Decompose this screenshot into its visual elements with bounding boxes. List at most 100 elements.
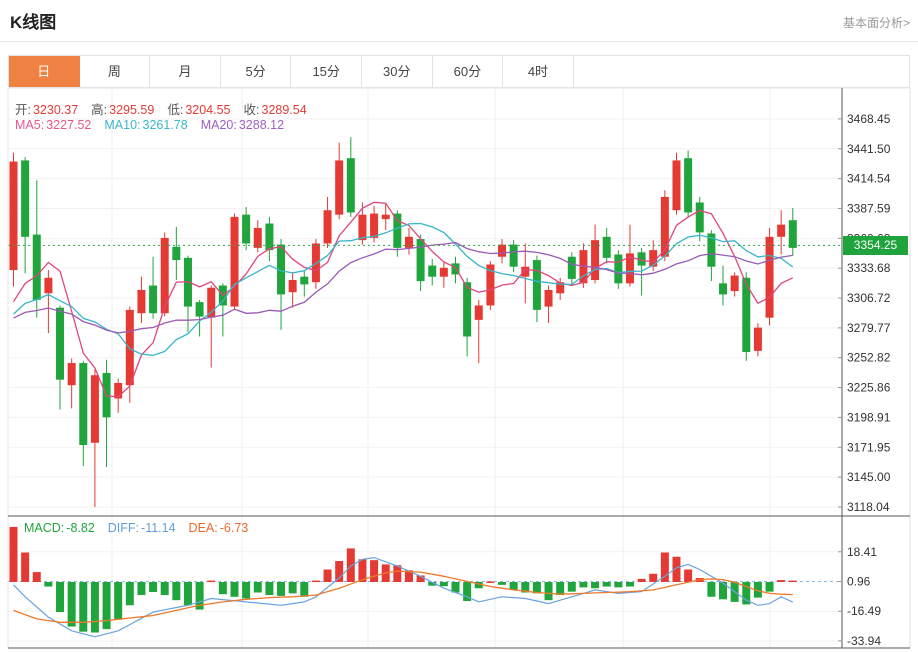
- macd-bar-negative: [510, 582, 518, 590]
- candle-down: [33, 235, 41, 300]
- macd-bar-positive: [684, 570, 692, 582]
- macd-bar-negative: [68, 582, 76, 627]
- price-tick-label: 3333.68: [847, 261, 891, 275]
- price-tick-label: 3118.04: [847, 500, 890, 514]
- candle-down: [684, 158, 692, 212]
- ma-legend: MA5:3227.52 MA10:3261.78 MA20:3288.12: [15, 118, 284, 132]
- candle-down: [21, 160, 29, 236]
- macd-bar-negative: [614, 582, 622, 587]
- price-tick-label: 3306.72: [847, 291, 891, 305]
- candle-down: [347, 158, 355, 212]
- candle-down: [614, 255, 622, 284]
- macd-bar-positive: [789, 581, 797, 583]
- macd-bar-negative: [626, 582, 634, 587]
- macd-bar-negative: [56, 582, 64, 612]
- macd-bar-positive: [335, 561, 343, 582]
- candle-up: [335, 160, 343, 214]
- macd-tick-label: -33.94: [847, 634, 881, 648]
- ohlc-legend-close: 收:3289.54: [244, 99, 307, 118]
- candle-down: [172, 247, 180, 260]
- candle-down: [149, 286, 157, 314]
- macd-bar-negative: [766, 582, 774, 592]
- candle-down: [56, 308, 64, 380]
- price-tick-label: 3198.91: [847, 410, 891, 424]
- macd-bar-negative: [161, 582, 169, 595]
- candle-up: [440, 268, 448, 277]
- macd-bar-negative: [79, 582, 87, 632]
- candle-down: [196, 302, 204, 316]
- candle-down: [603, 237, 611, 258]
- macd-bar-negative: [126, 582, 134, 605]
- candle-down: [719, 283, 727, 294]
- macd-bar-positive: [33, 572, 41, 582]
- macd-bar-positive: [486, 581, 494, 583]
- macd-bar-negative: [103, 582, 111, 629]
- candle-up: [591, 240, 599, 280]
- macd-bar-negative: [603, 582, 611, 587]
- kline-chart-svg: 3468.453441.503414.543387.593360.633333.…: [0, 0, 918, 652]
- candle-down: [393, 214, 401, 248]
- macd-bar-positive: [370, 560, 378, 582]
- candle-up: [91, 375, 99, 443]
- ma-legend-ma10: MA10:3261.78: [104, 118, 187, 132]
- ohlc-legend-open: 开:3230.37: [15, 99, 78, 118]
- macd-bar-positive: [347, 548, 355, 582]
- macd-bar-positive: [207, 581, 215, 583]
- ohlc-legend: 开:3230.37高:3295.59低:3204.55收:3289.54: [15, 99, 307, 118]
- macd-bar-positive: [638, 579, 646, 582]
- macd-bar-negative: [289, 582, 297, 593]
- candle-up: [545, 290, 553, 307]
- macd-bar-negative: [91, 582, 99, 633]
- macd-bar-negative: [579, 582, 587, 587]
- macd-bar-positive: [312, 581, 320, 583]
- candle-up: [754, 328, 762, 351]
- candle-up: [382, 215, 390, 219]
- macd-tick-label: 18.41: [847, 545, 877, 559]
- candle-down: [463, 282, 471, 336]
- candle-up: [68, 363, 76, 385]
- price-tick-label: 3441.50: [847, 142, 891, 156]
- macd-bar-positive: [10, 527, 18, 582]
- macd-bar-negative: [242, 582, 250, 598]
- macd-bar-negative: [265, 582, 273, 595]
- macd-legend-diff: DIFF:-11.14: [108, 521, 176, 535]
- macd-bar-negative: [591, 582, 599, 588]
- candle-down: [265, 224, 273, 251]
- kline-page: K线图 基本面分析> 日周月5分15分30分60分4时 3468.453441.…: [0, 0, 918, 652]
- candle-down: [79, 363, 87, 445]
- candle-up: [521, 267, 529, 277]
- candle-down: [428, 266, 436, 277]
- macd-bar-negative: [277, 582, 285, 596]
- macd-legend-dea: DEA:-6.73: [189, 521, 249, 535]
- price-tick-label: 3225.86: [847, 381, 891, 395]
- macd-bar-negative: [545, 582, 553, 600]
- ma-legend-ma5: MA5:3227.52: [15, 118, 91, 132]
- macd-bar-negative: [172, 582, 180, 600]
- candle-down: [510, 245, 518, 267]
- candle-down: [789, 220, 797, 248]
- macd-bar-positive: [777, 580, 785, 582]
- candle-up: [10, 162, 18, 271]
- macd-bar-negative: [556, 582, 564, 595]
- macd-bar-negative: [498, 582, 506, 585]
- ma-legend-ma20: MA20:3288.12: [201, 118, 284, 132]
- candle-up: [661, 197, 669, 257]
- macd-bar-positive: [649, 574, 657, 582]
- candle-down: [568, 257, 576, 279]
- current-price-badge: 3354.25: [843, 236, 908, 255]
- candle-down: [533, 260, 541, 310]
- candle-down: [242, 215, 250, 244]
- candle-up: [475, 305, 483, 319]
- macd-tick-label: -16.49: [847, 604, 881, 618]
- candle-up: [324, 210, 332, 243]
- price-tick-label: 3252.82: [847, 351, 891, 365]
- price-tick-label: 3468.45: [847, 112, 891, 126]
- candle-up: [230, 217, 238, 307]
- macd-bar-negative: [137, 582, 145, 595]
- macd-bar-negative: [707, 582, 715, 597]
- candle-down: [696, 202, 704, 232]
- candle-up: [405, 237, 413, 248]
- macd-bar-positive: [324, 570, 332, 582]
- candle-up: [358, 215, 366, 240]
- macd-bar-negative: [230, 582, 238, 597]
